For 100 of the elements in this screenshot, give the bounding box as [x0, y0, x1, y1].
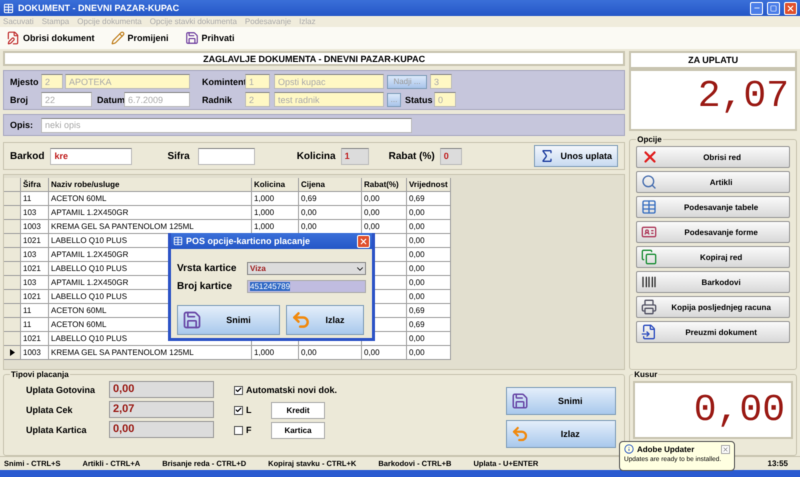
- field-label: Sifra: [167, 150, 190, 162]
- table-cell: 103: [21, 276, 49, 290]
- undo-icon: [511, 425, 530, 443]
- field-label: Uplata Kartica: [26, 424, 88, 434]
- table-cell: ACETON 60ML: [49, 192, 252, 206]
- card-icon: [641, 224, 658, 240]
- checkbox-label: Automatski novi dok.: [246, 385, 338, 395]
- table-cell: 0,00: [299, 206, 362, 220]
- field-label: Komintent: [202, 76, 245, 86]
- table-cell: 0,00: [407, 290, 451, 304]
- option-button[interactable]: Preuzmi dokument: [636, 321, 790, 343]
- table-cell: 1021: [21, 234, 49, 248]
- payment-type-button[interactable]: Kredit: [271, 402, 325, 418]
- payment-button[interactable]: Unos uplata: [534, 145, 618, 167]
- window-icon: [173, 236, 183, 246]
- option-button[interactable]: Kopiraj red: [636, 246, 790, 268]
- column-header: Kolicina: [252, 178, 299, 192]
- window-title: DOKUMENT - DNEVNI PAZAR-KUPAC: [18, 3, 180, 13]
- field-label: Rabat (%): [388, 150, 435, 162]
- checkbox[interactable]: [234, 406, 243, 414]
- toolbar-button[interactable]: Promijeni: [110, 31, 169, 45]
- table-cell: 0,00: [407, 346, 451, 360]
- field-label: Datum: [97, 94, 124, 104]
- payment-type-button[interactable]: Kartica: [271, 422, 325, 438]
- field-label: Mjesto: [10, 76, 40, 86]
- table-cell: 0,69: [299, 192, 362, 206]
- exit-button[interactable]: Izlaz: [286, 305, 364, 335]
- table-cell: 103: [21, 206, 49, 220]
- table-cell: 11: [21, 192, 49, 206]
- table-cell: 0,00: [407, 332, 451, 346]
- group-title: Kusur: [633, 370, 658, 379]
- table-cell: 1003: [21, 220, 49, 234]
- checkbox[interactable]: [234, 426, 243, 434]
- table-cell: 11: [21, 304, 49, 318]
- minimize-button[interactable]: [750, 2, 763, 14]
- document-pen-icon: [6, 31, 20, 45]
- checkbox-label: F: [246, 425, 252, 435]
- maximize-icon: [770, 4, 777, 12]
- table-cell: KREMA GEL SA PANTENOLOM 125ML: [49, 220, 252, 234]
- option-button[interactable]: Podesavanje forme: [636, 221, 790, 243]
- table-cell: 0,00: [407, 234, 451, 248]
- table-cell: 1021: [21, 262, 49, 276]
- field-label: Opis:: [10, 120, 34, 130]
- pencil-icon: [110, 31, 125, 45]
- table-cell: 0,69: [407, 304, 451, 318]
- amount-field: 0,00: [109, 421, 214, 438]
- save-button[interactable]: Snimi: [177, 305, 280, 335]
- option-button[interactable]: Obrisi red: [636, 146, 790, 168]
- field-label: Uplata Gotovina: [26, 384, 96, 394]
- option-button[interactable]: Artikli: [636, 171, 790, 193]
- floppy-icon: [184, 31, 199, 45]
- exit-button[interactable]: Izlaz: [506, 420, 616, 448]
- table-cell: KREMA GEL SA PANTENOLOM 125ML: [49, 346, 252, 360]
- table-cell: 1,000: [252, 192, 299, 206]
- column-header: Šifra: [21, 178, 49, 192]
- table-cell: 0,00: [407, 276, 451, 290]
- amount-display: 2,07: [629, 69, 797, 131]
- group-title: Opcije: [636, 135, 663, 144]
- table-cell: 0,00: [407, 248, 451, 262]
- input-field[interactable]: [198, 148, 255, 164]
- clock: 13:55: [768, 459, 789, 468]
- table-icon: [641, 199, 658, 215]
- table-cell: 1021: [21, 290, 49, 304]
- field-label: Kolicina: [296, 150, 336, 162]
- table-cell: 0,69: [407, 192, 451, 206]
- input-field[interactable]: 0: [440, 148, 462, 164]
- save-button[interactable]: Snimi: [506, 387, 616, 415]
- close-icon: [722, 446, 729, 452]
- printer-icon: [641, 299, 658, 315]
- column-header: Naziv robe/usluge: [49, 178, 252, 192]
- option-button[interactable]: Barkodovi: [636, 271, 790, 293]
- table-cell: 0,00: [407, 262, 451, 276]
- section-header: ZA UPLATU: [629, 51, 797, 69]
- amount-field: 2,07: [109, 401, 214, 418]
- card-number-field[interactable]: 451245789: [247, 280, 366, 293]
- group-title: Tipovi placanja: [10, 370, 70, 379]
- field-label: Status: [405, 94, 431, 104]
- table-cell: 0,00: [362, 206, 407, 220]
- toolbar-button[interactable]: Obrisi dokument: [6, 31, 95, 45]
- option-button[interactable]: Kopija posljednjeg racuna: [636, 296, 790, 318]
- input-field[interactable]: 1: [340, 148, 369, 164]
- barcode-icon: [641, 274, 658, 290]
- window-icon: [3, 2, 14, 14]
- table-cell: 1,000: [252, 346, 299, 360]
- field-label: Barkod: [10, 150, 44, 162]
- maximize-button[interactable]: [767, 2, 780, 14]
- input-field[interactable]: kre: [50, 148, 132, 164]
- table-cell: 0,00: [362, 192, 407, 206]
- floppy-icon: [182, 310, 202, 330]
- close-button[interactable]: [721, 444, 730, 454]
- field-label: Vrsta kartice: [177, 263, 238, 274]
- table-cell: 0,00: [299, 346, 362, 360]
- table-cell: 0,00: [407, 220, 451, 234]
- checkbox[interactable]: [234, 386, 243, 394]
- option-button[interactable]: Podesavanje tabele: [636, 196, 790, 218]
- card-type-dropdown[interactable]: Viza: [247, 262, 366, 275]
- amount-field: 0,00: [109, 381, 214, 398]
- toolbar-button[interactable]: Prihvati: [184, 31, 235, 45]
- table-cell: 1021: [21, 332, 49, 346]
- table-cell: 0,00: [299, 220, 362, 234]
